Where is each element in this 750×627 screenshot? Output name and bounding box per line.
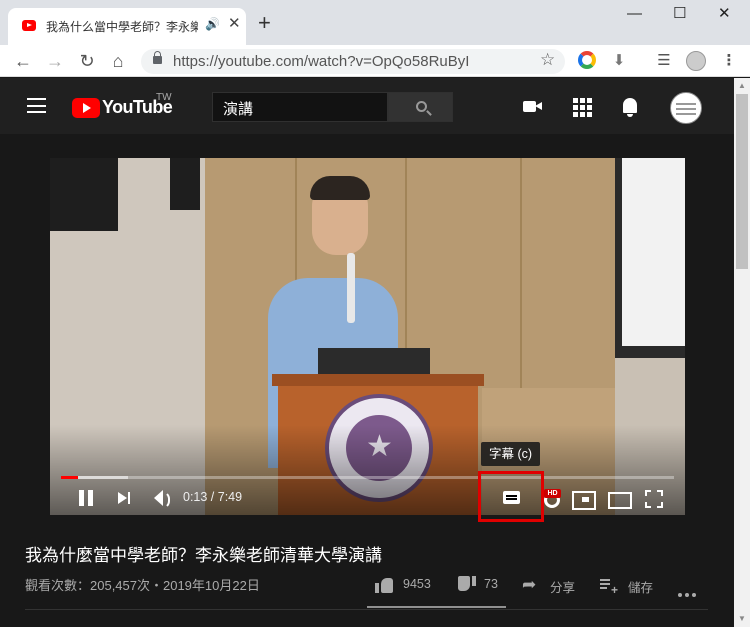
volume-icon[interactable]: [149, 486, 173, 510]
address-bar[interactable]: https://youtube.com/watch?v=OpQo58RuByI …: [141, 49, 565, 74]
chrome-extension-icon[interactable]: [578, 51, 598, 71]
tab-audio-icon[interactable]: 🔊: [205, 17, 220, 31]
search-button[interactable]: [388, 92, 453, 122]
forward-button[interactable]: →: [44, 50, 66, 72]
time-display: 0:13 / 7:49: [183, 490, 243, 504]
chrome-menu-icon[interactable]: ⋮: [719, 51, 739, 71]
youtube-header: YouTube TW 演講: [0, 78, 734, 134]
youtube-play-icon: [72, 98, 100, 118]
like-ratio-bar: [367, 606, 506, 608]
divider: [25, 609, 708, 610]
new-tab-button[interactable]: +: [258, 12, 271, 34]
minimize-button[interactable]: —: [627, 5, 642, 23]
close-window-button[interactable]: ✕: [718, 5, 731, 23]
fullscreen-icon[interactable]: [645, 486, 663, 510]
view-count-date: 觀看次數：205,457次・2019年10月22日: [25, 578, 260, 593]
browser-toolbar: ← → ↻ ⌂ https://youtube.com/watch?v=OpQo…: [0, 45, 750, 77]
hd-badge: HD: [544, 489, 561, 498]
notifications-bell-icon[interactable]: [619, 96, 641, 118]
search-icon: [416, 101, 427, 112]
avatar[interactable]: [670, 92, 702, 124]
scroll-up-icon[interactable]: ▲: [738, 81, 746, 90]
pause-icon[interactable]: [77, 486, 95, 510]
share-label: 分享: [550, 581, 576, 595]
progress-played: [61, 476, 79, 479]
miniplayer-icon[interactable]: [572, 486, 596, 510]
download-extension-icon[interactable]: ⬇: [609, 51, 629, 71]
back-button[interactable]: ←: [12, 50, 34, 72]
reload-button[interactable]: ↻: [76, 50, 98, 72]
save-label: 儲存: [628, 581, 654, 595]
url-text[interactable]: https://youtube.com/watch?v=OpQo58RuByI: [173, 53, 469, 70]
youtube-favicon-icon: [22, 20, 36, 31]
menu-icon[interactable]: [27, 98, 46, 113]
profile-avatar-icon[interactable]: [686, 51, 706, 71]
video-player[interactable]: ★: [50, 158, 685, 515]
region-code: TW: [156, 92, 172, 103]
thumbs-up-icon: [375, 578, 395, 593]
progress-bar[interactable]: [61, 476, 674, 479]
next-video-icon[interactable]: [116, 486, 134, 510]
apps-grid-icon[interactable]: [571, 96, 593, 118]
thumbs-down-icon: [456, 576, 476, 591]
like-count: 9453: [403, 577, 431, 591]
theater-mode-icon[interactable]: [608, 486, 632, 510]
create-video-icon[interactable]: [522, 96, 544, 118]
subtitles-tooltip: 字幕 (c): [481, 442, 541, 466]
scroll-down-icon[interactable]: ▼: [738, 614, 746, 623]
dislike-count: 73: [484, 577, 498, 591]
search-input[interactable]: 演講: [212, 92, 388, 122]
lock-icon[interactable]: [153, 51, 162, 64]
page-scrollbar[interactable]: ▲ ▼: [734, 78, 750, 627]
scroll-thumb[interactable]: [736, 94, 748, 269]
share-arrow-icon: ➦: [522, 575, 537, 594]
search-query: 演講: [223, 101, 254, 118]
tab-title: 我為什么當中學老師？李永樂: [46, 20, 198, 34]
tab-close-icon[interactable]: ✕: [228, 16, 241, 32]
maximize-button[interactable]: ☐: [673, 5, 686, 23]
playlist-add-icon: +: [600, 579, 618, 596]
subtitles-highlight-box: [478, 471, 544, 522]
browser-window: 我為什么當中學老師？李永樂 🔊 ✕ + — ☐ ✕ ← → ↻ ⌂ https:…: [0, 0, 750, 627]
bookmark-star-icon[interactable]: ☆: [540, 50, 555, 70]
more-actions-icon[interactable]: [678, 584, 700, 597]
tab-strip: 我為什么當中學老師？李永樂 🔊 ✕ + — ☐ ✕: [0, 0, 750, 45]
home-button[interactable]: ⌂: [107, 50, 129, 72]
video-title: 我為什麼當中學老師？李永樂老師清華大學演講: [25, 546, 382, 565]
queue-extension-icon[interactable]: ☰: [654, 51, 674, 71]
active-tab[interactable]: 我為什么當中學老師？李永樂 🔊 ✕: [8, 8, 246, 45]
